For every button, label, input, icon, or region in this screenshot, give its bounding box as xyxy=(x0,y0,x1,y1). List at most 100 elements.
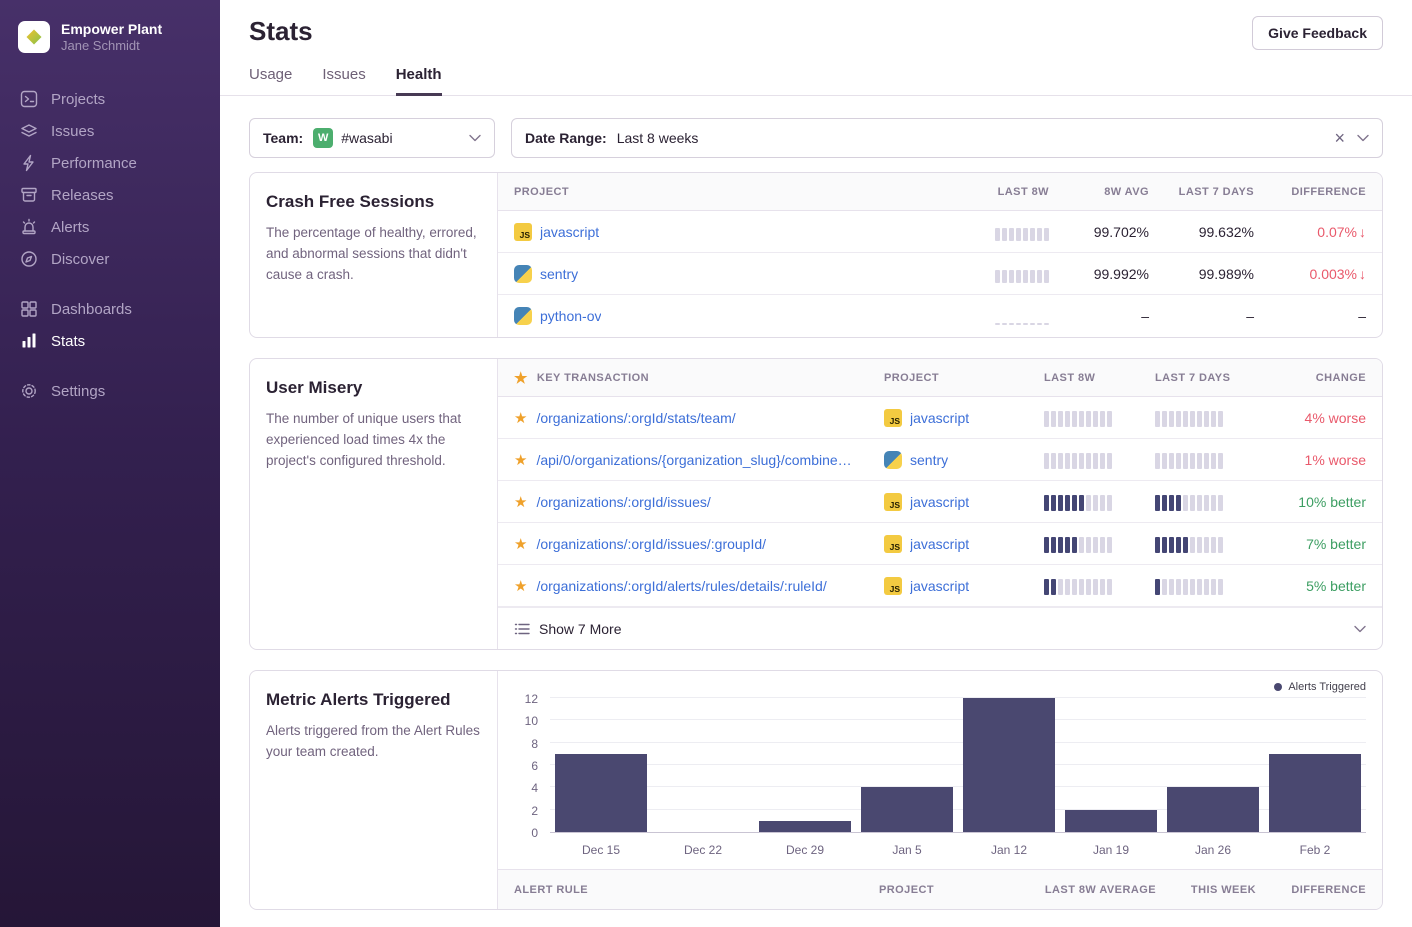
chevron-down-icon[interactable] xyxy=(1357,134,1369,142)
chevron-down-icon[interactable] xyxy=(1354,625,1366,633)
sparkline-7d xyxy=(1155,535,1223,553)
user-misery-panel: User Misery The number of unique users t… xyxy=(249,358,1383,650)
table-row: ★ /api/0/organizations/{organization_slug… xyxy=(498,439,1382,481)
col-last-7-days: LAST 7 DAYS xyxy=(1155,372,1266,384)
sidebar-item-issues[interactable]: Issues xyxy=(0,115,220,147)
sidebar-item-label: Settings xyxy=(51,383,105,400)
show-more-button[interactable]: Show 7 More xyxy=(498,607,1382,649)
project-link[interactable]: javascript xyxy=(540,224,599,240)
project-link[interactable]: sentry xyxy=(910,452,948,468)
projects-icon xyxy=(20,90,38,108)
change-value: 5% better xyxy=(1266,578,1366,594)
key-transaction-star-icon[interactable]: ★ xyxy=(514,535,527,553)
transaction-link[interactable]: /api/0/organizations/{organization_slug}… xyxy=(536,452,851,468)
dashboards-icon xyxy=(20,300,38,318)
page-title: Stats xyxy=(249,16,313,47)
sidebar-nav: Projects Issues Performance Releases Ale… xyxy=(0,69,220,407)
key-transaction-star-icon[interactable]: ★ xyxy=(514,493,527,511)
col-this-week: THIS WEEK xyxy=(1156,884,1256,896)
project-link[interactable]: javascript xyxy=(910,578,969,594)
table-row: ★ /organizations/:orgId/alerts/rules/deta… xyxy=(498,565,1382,607)
change-value: 10% better xyxy=(1266,494,1366,510)
transaction-link[interactable]: /organizations/:orgId/issues/:groupId/ xyxy=(536,536,766,552)
date-range-label: Date Range: xyxy=(525,130,607,146)
bar-chart: Alerts Triggered 024681012 Dec 15Dec 22D… xyxy=(498,671,1382,869)
clear-icon[interactable]: × xyxy=(1334,129,1345,147)
metric-alerts-description: Metric Alerts Triggered Alerts triggered… xyxy=(250,671,498,909)
sidebar-item-alerts[interactable]: Alerts xyxy=(0,211,220,243)
sidebar-item-discover[interactable]: Discover xyxy=(0,243,220,275)
chevron-down-icon[interactable] xyxy=(469,134,481,142)
transaction-link[interactable]: /organizations/:orgId/stats/team/ xyxy=(536,410,735,426)
sparkline-8w xyxy=(1044,535,1112,553)
lightning-icon xyxy=(20,154,38,172)
python-icon xyxy=(514,307,532,325)
table-header: PROJECT LAST 8W 8W AVG LAST 7 DAYS DIFFE… xyxy=(498,173,1382,211)
avg-value: 99.702% xyxy=(1049,224,1149,240)
sidebar-item-dashboards[interactable]: Dashboards xyxy=(0,293,220,325)
project-link[interactable]: sentry xyxy=(540,266,578,282)
date-range-select[interactable]: Date Range: Last 8 weeks × xyxy=(511,118,1383,158)
sidebar-item-label: Discover xyxy=(51,251,109,268)
transaction-link[interactable]: /organizations/:orgId/alerts/rules/detai… xyxy=(536,578,826,594)
team-avatar: W xyxy=(313,128,333,148)
col-difference: DIFFERENCE xyxy=(1254,186,1366,198)
table-row: sentry 99.992% 99.989% 0.003%↓ xyxy=(498,253,1382,295)
sidebar-item-label: Dashboards xyxy=(51,301,132,318)
sidebar-item-projects[interactable]: Projects xyxy=(0,83,220,115)
crash-free-sessions-panel: Crash Free Sessions The percentage of he… xyxy=(249,172,1383,338)
panel-description: Alerts triggered from the Alert Rules yo… xyxy=(266,721,481,763)
sidebar-item-performance[interactable]: Performance xyxy=(0,147,220,179)
tab-issues[interactable]: Issues xyxy=(322,66,365,96)
org-info: Empower Plant Jane Schmidt xyxy=(61,20,162,53)
col-project: PROJECT xyxy=(884,372,1044,384)
key-transaction-star-icon[interactable]: ★ xyxy=(514,577,527,595)
gear-icon xyxy=(20,382,38,400)
sparkline-8w xyxy=(1044,451,1112,469)
python-icon xyxy=(514,265,532,283)
transaction-link[interactable]: /organizations/:orgId/issues/ xyxy=(536,494,710,510)
org-switcher[interactable]: Empower Plant Jane Schmidt xyxy=(0,0,220,69)
nav-divider xyxy=(0,275,220,293)
panel-title: Metric Alerts Triggered xyxy=(266,690,481,710)
table-row: ★ /organizations/:orgId/issues/ JS javascr… xyxy=(498,481,1382,523)
key-transaction-star-icon[interactable]: ★ xyxy=(514,409,527,427)
chart-plot xyxy=(550,699,1366,833)
page-content: Team: W #wasabi Date Range: Last 8 weeks… xyxy=(220,96,1412,927)
sidebar-item-releases[interactable]: Releases xyxy=(0,179,220,211)
project-link[interactable]: python-ov xyxy=(540,308,601,324)
sidebar-item-stats[interactable]: Stats xyxy=(0,325,220,357)
col-project: PROJECT xyxy=(514,186,939,198)
tab-usage[interactable]: Usage xyxy=(249,66,292,96)
col-last-8w: LAST 8W xyxy=(939,186,1049,198)
siren-icon xyxy=(20,218,38,236)
archive-icon xyxy=(20,186,38,204)
issues-icon xyxy=(20,122,38,140)
sidebar-item-settings[interactable]: Settings xyxy=(0,375,220,407)
sparkline-7d xyxy=(1155,451,1223,469)
chart-legend: Alerts Triggered xyxy=(514,681,1366,693)
javascript-icon: JS xyxy=(884,493,902,511)
tab-health[interactable]: Health xyxy=(396,66,442,96)
col-project: PROJECT xyxy=(879,884,1026,896)
team-select[interactable]: Team: W #wasabi xyxy=(249,118,495,158)
sparkline xyxy=(995,223,1049,241)
give-feedback-button[interactable]: Give Feedback xyxy=(1252,16,1383,50)
sparkline xyxy=(995,307,1049,325)
sparkline xyxy=(995,265,1049,283)
change-value: 1% worse xyxy=(1266,452,1366,468)
avg-value: 99.992% xyxy=(1049,266,1149,282)
chart-bar xyxy=(1162,699,1264,832)
key-transaction-star-icon[interactable]: ★ xyxy=(514,451,527,469)
crash-free-table: PROJECT LAST 8W 8W AVG LAST 7 DAYS DIFFE… xyxy=(498,173,1382,337)
show-more-label: Show 7 More xyxy=(539,621,621,637)
compass-icon xyxy=(20,250,38,268)
app-root: Empower Plant Jane Schmidt Projects Issu… xyxy=(0,0,1412,927)
table-header: ★KEY TRANSACTION PROJECT LAST 8W LAST 7 … xyxy=(498,359,1382,397)
arrow-down-icon: ↓ xyxy=(1359,266,1366,282)
project-link[interactable]: javascript xyxy=(910,536,969,552)
project-link[interactable]: javascript xyxy=(910,410,969,426)
chart-y-axis: 024681012 xyxy=(514,699,550,833)
col-change: CHANGE xyxy=(1266,372,1366,384)
project-link[interactable]: javascript xyxy=(910,494,969,510)
